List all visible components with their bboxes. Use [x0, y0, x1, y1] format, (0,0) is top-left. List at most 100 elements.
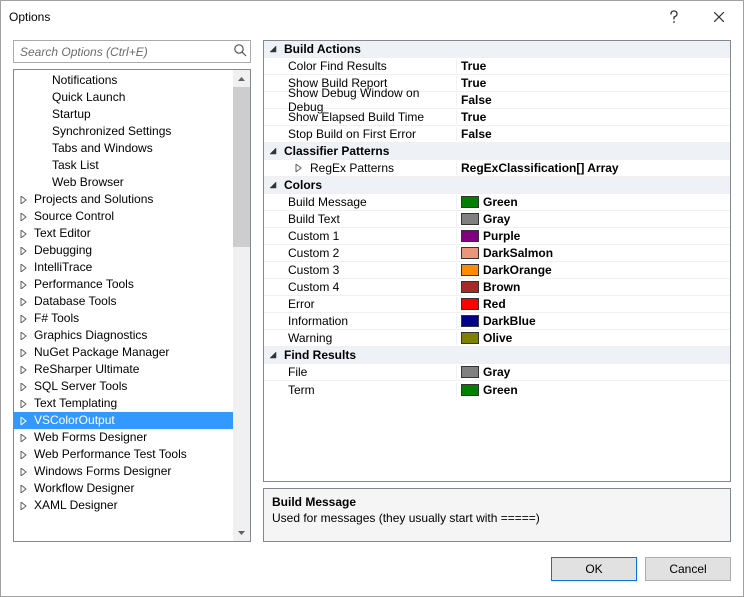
- expand-icon[interactable]: [18, 213, 30, 221]
- property-category[interactable]: Build Actions: [264, 41, 730, 58]
- expand-icon[interactable]: [18, 502, 30, 510]
- expand-icon[interactable]: [18, 366, 30, 374]
- property-row[interactable]: WarningOlive: [264, 330, 730, 347]
- property-value[interactable]: Gray: [456, 212, 730, 226]
- property-value[interactable]: Green: [456, 195, 730, 209]
- expand-icon[interactable]: [18, 451, 30, 459]
- expand-icon[interactable]: [18, 349, 30, 357]
- tree-node[interactable]: VSColorOutput: [14, 412, 233, 429]
- tree-node[interactable]: Web Performance Test Tools: [14, 446, 233, 463]
- property-row[interactable]: Stop Build on First ErrorFalse: [264, 126, 730, 143]
- property-value[interactable]: True: [456, 76, 730, 90]
- expand-icon[interactable]: [292, 164, 306, 172]
- property-grid-body[interactable]: Build ActionsColor Find ResultsTrue Show …: [264, 41, 730, 481]
- property-row[interactable]: Color Find ResultsTrue: [264, 58, 730, 75]
- property-value[interactable]: True: [456, 110, 730, 124]
- property-value[interactable]: Green: [456, 383, 730, 397]
- close-button[interactable]: [696, 2, 741, 31]
- collapse-icon[interactable]: [264, 351, 284, 359]
- tree-node[interactable]: Windows Forms Designer: [14, 463, 233, 480]
- property-row[interactable]: Custom 4Brown: [264, 279, 730, 296]
- property-value[interactable]: DarkSalmon: [456, 246, 730, 260]
- property-row[interactable]: Custom 2DarkSalmon: [264, 245, 730, 262]
- tree-node[interactable]: ReSharper Ultimate: [14, 361, 233, 378]
- expand-icon[interactable]: [18, 485, 30, 493]
- tree-node[interactable]: Source Control: [14, 208, 233, 225]
- tree-node[interactable]: NuGet Package Manager: [14, 344, 233, 361]
- property-value[interactable]: Gray: [456, 365, 730, 379]
- collapse-icon[interactable]: [264, 147, 284, 155]
- expand-icon[interactable]: [18, 247, 30, 255]
- tree-node[interactable]: Projects and Solutions: [14, 191, 233, 208]
- tree-node[interactable]: Task List: [14, 157, 233, 174]
- property-row[interactable]: Show Elapsed Build TimeTrue: [264, 109, 730, 126]
- expand-icon[interactable]: [18, 417, 30, 425]
- tree-node[interactable]: Performance Tools: [14, 276, 233, 293]
- tree-node[interactable]: Text Editor: [14, 225, 233, 242]
- property-value[interactable]: Olive: [456, 331, 730, 345]
- property-row[interactable]: InformationDarkBlue: [264, 313, 730, 330]
- tree-node[interactable]: F# Tools: [14, 310, 233, 327]
- expand-icon[interactable]: [18, 383, 30, 391]
- expand-icon[interactable]: [18, 400, 30, 408]
- property-row[interactable]: Build TextGray: [264, 211, 730, 228]
- scroll-track[interactable]: [233, 87, 250, 524]
- property-value[interactable]: RegExClassification[] Array: [456, 161, 730, 175]
- tree-node[interactable]: Text Templating: [14, 395, 233, 412]
- property-row[interactable]: Custom 1Purple: [264, 228, 730, 245]
- property-value[interactable]: Red: [456, 297, 730, 311]
- property-value[interactable]: Purple: [456, 229, 730, 243]
- property-row[interactable]: ErrorRed: [264, 296, 730, 313]
- property-row[interactable]: Custom 3DarkOrange: [264, 262, 730, 279]
- property-category[interactable]: Classifier Patterns: [264, 143, 730, 160]
- property-row[interactable]: TermGreen: [264, 381, 730, 398]
- tree-node[interactable]: Startup: [14, 106, 233, 123]
- expand-icon[interactable]: [18, 196, 30, 204]
- expand-icon[interactable]: [18, 230, 30, 238]
- property-value[interactable]: False: [456, 127, 730, 141]
- help-button[interactable]: [651, 2, 696, 31]
- expand-icon[interactable]: [18, 468, 30, 476]
- expand-icon[interactable]: [18, 315, 30, 323]
- property-value[interactable]: False: [456, 93, 730, 107]
- expand-icon[interactable]: [18, 281, 30, 289]
- tree-node[interactable]: Notifications: [14, 72, 233, 89]
- category-tree[interactable]: NotificationsQuick LaunchStartupSynchron…: [14, 70, 233, 541]
- property-row[interactable]: Build MessageGreen: [264, 194, 730, 211]
- tree-node[interactable]: Graphics Diagnostics: [14, 327, 233, 344]
- tree-node[interactable]: SQL Server Tools: [14, 378, 233, 395]
- tree-node[interactable]: XAML Designer: [14, 497, 233, 514]
- scroll-thumb[interactable]: [233, 87, 250, 247]
- collapse-icon[interactable]: [264, 45, 284, 53]
- property-value[interactable]: Brown: [456, 280, 730, 294]
- tree-node[interactable]: Tabs and Windows: [14, 140, 233, 157]
- ok-button[interactable]: OK: [551, 557, 637, 581]
- tree-node[interactable]: Database Tools: [14, 293, 233, 310]
- tree-node[interactable]: IntelliTrace: [14, 259, 233, 276]
- expand-icon[interactable]: [18, 332, 30, 340]
- property-category[interactable]: Colors: [264, 177, 730, 194]
- expand-icon[interactable]: [18, 298, 30, 306]
- tree-node[interactable]: Web Browser: [14, 174, 233, 191]
- tree-node[interactable]: Debugging: [14, 242, 233, 259]
- expand-icon[interactable]: [18, 264, 30, 272]
- property-category[interactable]: Find Results: [264, 347, 730, 364]
- tree-node[interactable]: Workflow Designer: [14, 480, 233, 497]
- scroll-up-button[interactable]: [233, 70, 250, 87]
- property-value[interactable]: DarkBlue: [456, 314, 730, 328]
- cancel-button[interactable]: Cancel: [645, 557, 731, 581]
- scroll-down-button[interactable]: [233, 524, 250, 541]
- property-row[interactable]: Show Debug Window on DebugFalse: [264, 92, 730, 109]
- tree-node[interactable]: Web Forms Designer: [14, 429, 233, 446]
- tree-node[interactable]: Synchronized Settings: [14, 123, 233, 140]
- tree-node-label: Web Performance Test Tools: [32, 446, 189, 463]
- property-row[interactable]: FileGray: [264, 364, 730, 381]
- search-input[interactable]: [13, 40, 251, 63]
- tree-node[interactable]: Quick Launch: [14, 89, 233, 106]
- expand-icon[interactable]: [18, 434, 30, 442]
- property-row[interactable]: RegEx PatternsRegExClassification[] Arra…: [264, 160, 730, 177]
- tree-scrollbar[interactable]: [233, 70, 250, 541]
- collapse-icon[interactable]: [264, 181, 284, 189]
- property-value[interactable]: DarkOrange: [456, 263, 730, 277]
- property-value[interactable]: True: [456, 59, 730, 73]
